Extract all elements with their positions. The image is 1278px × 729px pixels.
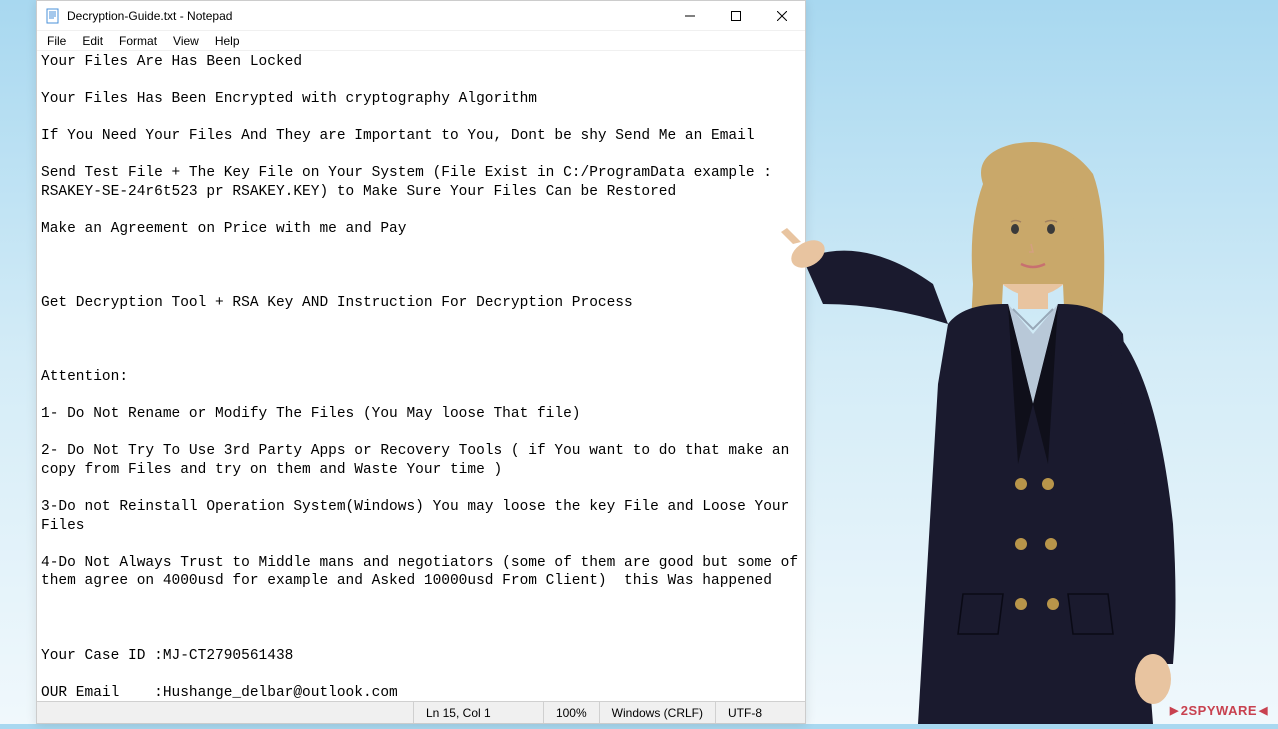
window-title: Decryption-Guide.txt - Notepad bbox=[67, 9, 667, 23]
person-illustration bbox=[763, 104, 1243, 724]
watermark-text: 2SPYWARE bbox=[1181, 703, 1257, 718]
notepad-icon bbox=[45, 8, 61, 24]
status-cursor-position: Ln 15, Col 1 bbox=[413, 702, 543, 723]
text-editor[interactable]: Your Files Are Has Been Locked Your File… bbox=[37, 51, 805, 701]
watermark-left-arrow-icon: ▶ bbox=[1170, 704, 1179, 717]
statusbar: Ln 15, Col 1 100% Windows (CRLF) UTF-8 bbox=[37, 701, 805, 723]
menubar: File Edit Format View Help bbox=[37, 31, 805, 51]
minimize-button[interactable] bbox=[667, 1, 713, 31]
menu-file[interactable]: File bbox=[39, 32, 74, 50]
notepad-window: Decryption-Guide.txt - Notepad File Edit… bbox=[36, 0, 806, 724]
status-line-ending: Windows (CRLF) bbox=[599, 702, 715, 723]
maximize-button[interactable] bbox=[713, 1, 759, 31]
menu-edit[interactable]: Edit bbox=[74, 32, 111, 50]
close-button[interactable] bbox=[759, 1, 805, 31]
menu-format[interactable]: Format bbox=[111, 32, 165, 50]
watermark: ▶ 2SPYWARE ◀ bbox=[1170, 703, 1268, 718]
status-zoom: 100% bbox=[543, 702, 599, 723]
watermark-right-arrow-icon: ◀ bbox=[1259, 704, 1268, 717]
menu-help[interactable]: Help bbox=[207, 32, 248, 50]
menu-view[interactable]: View bbox=[165, 32, 207, 50]
titlebar[interactable]: Decryption-Guide.txt - Notepad bbox=[37, 1, 805, 31]
window-controls bbox=[667, 1, 805, 30]
